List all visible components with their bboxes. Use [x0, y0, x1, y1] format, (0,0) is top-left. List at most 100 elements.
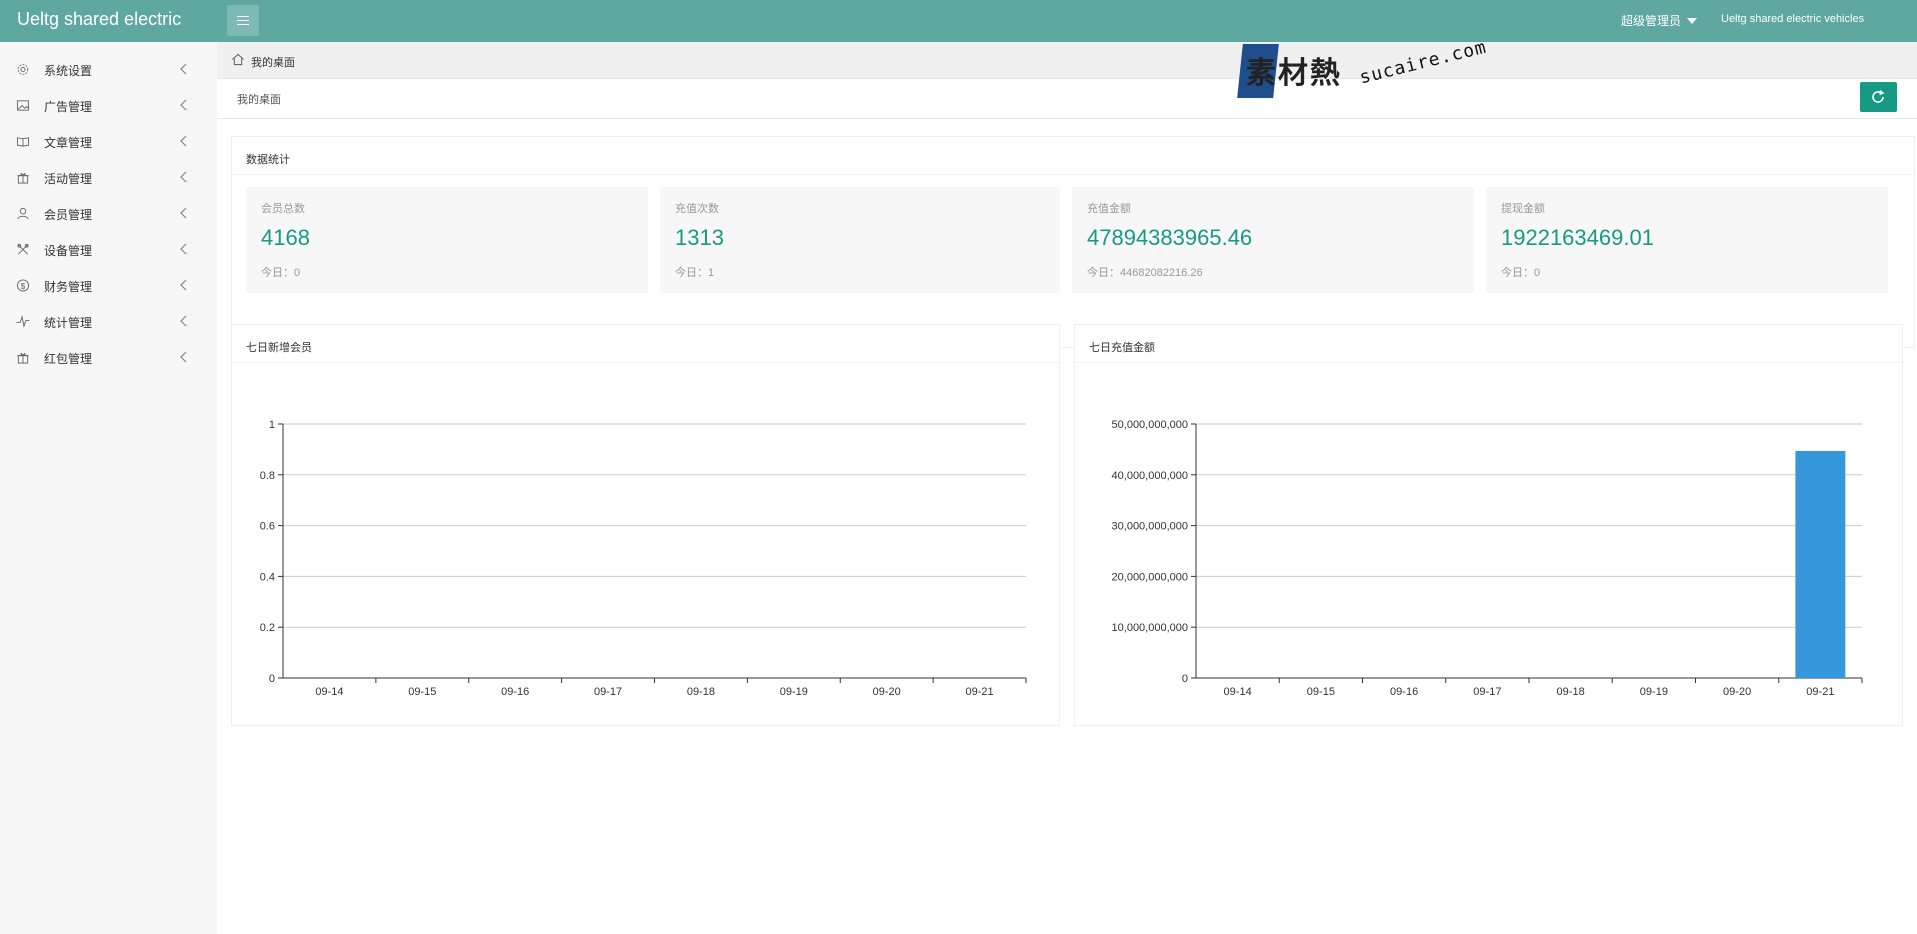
chevron-left-icon [180, 63, 187, 75]
sidebar-item-articles[interactable]: 文章管理 [0, 123, 217, 159]
x-tick-label: 09-19 [1640, 686, 1668, 698]
site-link[interactable]: Ueltg shared electric vehicles [1721, 13, 1864, 25]
y-tick-label: 30,000,000,000 [1112, 521, 1188, 533]
x-tick-label: 09-19 [780, 686, 808, 698]
breadcrumb: 我的桌面 [217, 42, 1917, 79]
gift-icon [17, 173, 29, 184]
stat-today-label: 今日： [1501, 267, 1534, 279]
chart-title: 七日新增会员 [246, 342, 312, 354]
y-tick-label: 0 [269, 673, 275, 685]
menu-toggle-button[interactable] [227, 5, 259, 36]
sidebar: 系统设置 广告管理 文章管理 活动管理 会员管理 设备管理 $ 财务管理 统计管… [0, 42, 217, 934]
sidebar-item-label: 会员管理 [44, 208, 93, 222]
stat-today-value: 0 [1534, 267, 1541, 279]
new-members-chart: 0 0.2 0.4 0.6 0.8 1 09-14 09-15 09-16 09-17 09-18 0… [260, 419, 1027, 698]
x-tick-label: 09-20 [873, 686, 901, 698]
y-tick-label: 0.8 [260, 470, 275, 482]
stat-value: 47894383965.46 [1087, 225, 1253, 250]
dollar-icon: $ [16, 279, 30, 292]
stat-card-members: 会员总数 4168 今日：0 [246, 187, 648, 293]
chevron-left-icon [180, 171, 187, 183]
stat-value: 4168 [261, 225, 310, 250]
chevron-left-icon [180, 243, 187, 255]
sidebar-item-members[interactable]: 会员管理 [0, 195, 217, 231]
breadcrumb-home-tab[interactable]: 我的桌面 [251, 54, 295, 70]
watermark-cn: 素材熱 [1246, 56, 1342, 91]
stat-label: 充值次数 [675, 203, 719, 215]
sidebar-item-activities[interactable]: 活动管理 [0, 159, 217, 195]
chevron-left-icon [180, 279, 187, 291]
user-icon [17, 207, 29, 220]
svg-text:$: $ [21, 281, 26, 291]
chart-title: 七日充值金额 [1089, 342, 1155, 354]
stat-today-label: 今日： [1087, 267, 1120, 279]
user-name: 超级管理员 [1621, 14, 1682, 28]
x-tick-label: 09-21 [965, 686, 993, 698]
x-tick-label: 09-14 [1224, 686, 1252, 698]
image-icon [16, 100, 30, 111]
y-tick-label: 0 [1182, 673, 1188, 685]
x-tick-label: 09-20 [1723, 686, 1751, 698]
gear-icon [17, 64, 29, 75]
y-tick-label: 50,000,000,000 [1112, 419, 1188, 431]
main-content: 我的桌面 我的桌面 数据统计 会员总数 4168 今日：0 充值次数 1313 … [217, 42, 1917, 934]
sidebar-item-finance[interactable]: $ 财务管理 [0, 267, 217, 303]
stat-card-recharge-count: 充值次数 1313 今日：1 [660, 187, 1060, 293]
watermark-en: sucaire.com [1357, 36, 1489, 89]
stat-card-withdraw-amount: 提现金额 1922163469.01 今日：0 [1486, 187, 1888, 293]
redpacket-icon [17, 353, 29, 364]
top-navbar: Ueltg shared electric 超级管理员 Ueltg shared… [0, 0, 1917, 42]
bar [1795, 451, 1846, 678]
x-tick-label: 09-15 [408, 686, 436, 698]
sidebar-item-devices[interactable]: 设备管理 [0, 231, 217, 267]
stat-today-value: 0 [294, 267, 301, 279]
x-tick-label: 09-16 [1390, 686, 1418, 698]
tools-icon [17, 243, 29, 255]
sidebar-item-label: 活动管理 [44, 172, 93, 186]
x-tick-label: 09-14 [315, 686, 343, 698]
chevron-left-icon [180, 315, 187, 327]
sidebar-item-label: 财务管理 [44, 280, 93, 294]
y-tick-label: 1 [269, 419, 275, 431]
stat-label: 会员总数 [261, 203, 305, 215]
y-tick-label: 0.6 [260, 521, 275, 533]
page-header: 我的桌面 [217, 79, 1917, 119]
sidebar-item-statistics[interactable]: 统计管理 [0, 303, 217, 339]
caret-down-icon [1687, 17, 1698, 24]
sidebar-item-label: 红包管理 [44, 352, 93, 366]
sidebar-item-red-packets[interactable]: 红包管理 [0, 339, 217, 375]
home-icon[interactable] [231, 53, 245, 66]
stat-today-label: 今日： [261, 267, 294, 279]
hamburger-icon [237, 16, 249, 17]
x-tick-label: 09-16 [501, 686, 529, 698]
sidebar-item-label: 统计管理 [44, 316, 93, 330]
stat-value: 1313 [675, 225, 724, 250]
sidebar-item-ads[interactable]: 广告管理 [0, 87, 217, 123]
app-brand[interactable]: Ueltg shared electric [17, 9, 181, 30]
stat-label: 充值金额 [1087, 203, 1131, 215]
sidebar-item-label: 系统设置 [44, 64, 93, 78]
x-tick-label: 09-18 [687, 686, 715, 698]
y-tick-label: 10,000,000,000 [1112, 622, 1188, 634]
sidebar-item-system-settings[interactable]: 系统设置 [0, 51, 217, 87]
stats-title: 数据统计 [246, 154, 290, 166]
stat-value: 1922163469.01 [1501, 225, 1654, 250]
book-icon [16, 137, 30, 147]
x-tick-label: 09-21 [1806, 686, 1834, 698]
sidebar-item-label: 文章管理 [44, 136, 93, 150]
stat-today-label: 今日： [675, 267, 708, 279]
stat-today-value: 44682082216.26 [1120, 267, 1203, 279]
stat-label: 提现金额 [1501, 203, 1545, 215]
user-menu[interactable]: 超级管理员 [1621, 12, 1698, 29]
watermark: 素材熱 sucaire.com [1237, 37, 1490, 102]
chevron-left-icon [180, 207, 187, 219]
y-tick-label: 0.2 [260, 622, 275, 634]
recharge-amount-chart: 0 10,000,000,000 20,000,000,000 30,000,000,… [1112, 419, 1863, 698]
stat-card-recharge-amount: 充值金额 47894383965.46 今日：44682082216.26 [1072, 187, 1474, 293]
refresh-button[interactable] [1860, 82, 1897, 112]
y-tick-label: 0.4 [260, 571, 275, 583]
pulse-icon [16, 315, 30, 328]
y-tick-label: 40,000,000,000 [1112, 470, 1188, 482]
x-tick-label: 09-15 [1307, 686, 1335, 698]
chevron-left-icon [180, 135, 187, 147]
